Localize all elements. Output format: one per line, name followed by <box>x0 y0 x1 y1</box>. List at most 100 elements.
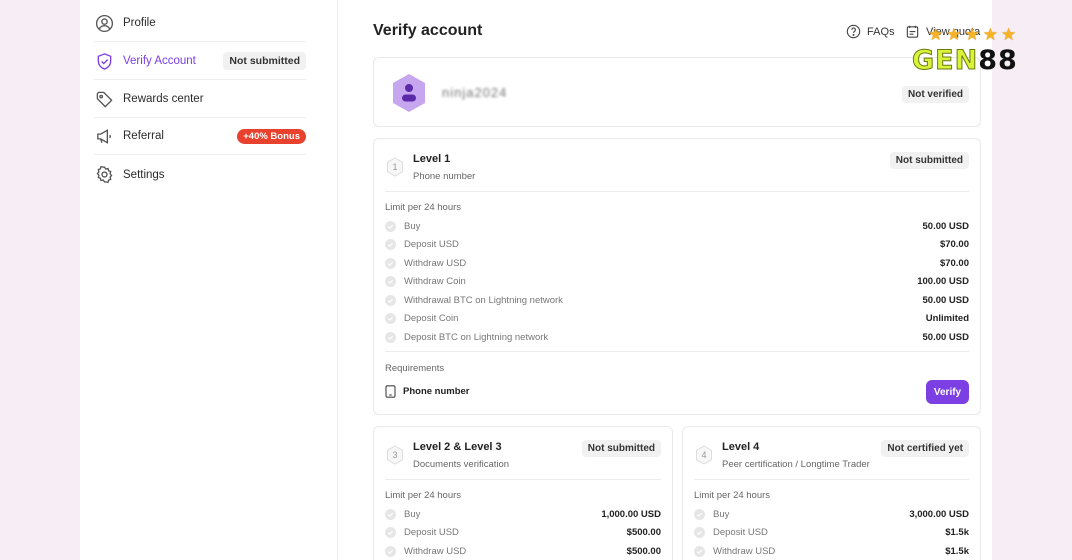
limit-row-value: Unlimited <box>925 312 969 324</box>
sidebar-item-label: Profile <box>123 17 156 29</box>
limit-row-value: $1.5k <box>945 526 969 538</box>
limit-row-label: Withdraw USD <box>404 257 467 269</box>
level-4-subtitle: Peer certification / Longtime Trader <box>722 459 870 470</box>
sidebar-item-label: Settings <box>123 168 165 181</box>
brand-wordmark: GEN88 <box>911 45 1018 77</box>
verify-button[interactable]: Verify <box>926 380 969 404</box>
limit-row: Buy 1,000.00 USD <box>385 507 661 521</box>
limit-row-value: $70.00 <box>939 257 969 269</box>
faqs-label: FAQs <box>867 25 895 38</box>
limit-row-label: Withdraw USD <box>713 545 776 557</box>
check-icon <box>385 257 396 269</box>
limit-row: Deposit USD $500.00 <box>385 525 661 539</box>
limit-row: Buy 3,000.00 USD <box>694 507 969 521</box>
limit-row: Withdraw Coin 100.00 USD <box>385 274 969 288</box>
gear-icon <box>94 165 114 185</box>
app-shell: Profile Verify Account Not submitted Rew… <box>80 0 992 560</box>
star-icon: ★ <box>1001 25 1017 44</box>
shield-check-icon <box>94 51 114 71</box>
level-4-status-badge: Not certified yet <box>881 440 969 457</box>
limit-row-value: 50.00 USD <box>922 294 969 306</box>
limit-row-value: $70.00 <box>939 238 969 250</box>
limit-row-label: Buy <box>404 220 421 232</box>
star-icon: ★ <box>982 25 998 44</box>
check-icon <box>385 331 396 343</box>
limit-row-value: 1,000.00 USD <box>601 508 661 520</box>
limit-row-label: Withdraw USD <box>404 545 467 557</box>
limit-row: Deposit Coin Unlimited <box>385 311 969 325</box>
limit-row-value: 50.00 USD <box>922 220 969 232</box>
check-icon <box>385 275 396 287</box>
requirements-label: Requirements <box>385 363 445 374</box>
sidebar-item-rewards-center[interactable]: Rewards center <box>94 81 306 118</box>
main-content: Verify account FAQs View quota ninja2024… <box>373 0 981 560</box>
check-icon <box>385 526 396 538</box>
divider <box>385 479 661 480</box>
limit-row: Withdraw USD $500.00 <box>385 544 661 558</box>
faqs-link[interactable]: FAQs <box>846 24 895 39</box>
limit-row-label: Deposit USD <box>713 526 768 538</box>
status-badge: Not submitted <box>223 52 306 70</box>
limit-row: Withdraw USD $70.00 <box>385 256 969 270</box>
sidebar-item-label: Verify Account <box>123 55 196 67</box>
check-icon <box>385 508 396 520</box>
check-icon <box>694 508 705 520</box>
tag-icon <box>94 89 114 109</box>
limit-row-label: Deposit USD <box>404 526 459 538</box>
limit-row-label: Withdrawal BTC on Lightning network <box>404 294 563 306</box>
star-icon: ★ <box>964 25 980 44</box>
level-2-3-card: 3 Level 2 & Level 3 Documents verificati… <box>373 426 673 560</box>
limit-row: Buy 50.00 USD <box>385 219 969 233</box>
limit-row: Withdrawal BTC on Lightning network 50.0… <box>385 293 969 307</box>
level-1-title: Level 1 <box>413 153 451 165</box>
limit-row-label: Withdraw Coin <box>404 275 466 287</box>
limit-row-value: 100.00 USD <box>917 275 969 287</box>
star-icon: ★ <box>928 25 944 44</box>
sidebar-item-settings[interactable]: Settings <box>94 156 306 193</box>
limit-row: Deposit USD $70.00 <box>385 237 969 251</box>
limit-row-value: $500.00 <box>626 545 661 557</box>
limit-row-value: 3,000.00 USD <box>909 508 969 520</box>
level-2-3-status-badge: Not submitted <box>581 440 661 457</box>
level-4-title: Level 4 <box>722 441 760 453</box>
brand-logo: ★ ★ ★ ★ ★ GEN88 <box>911 26 1052 84</box>
limit-row-value: $500.00 <box>626 526 661 538</box>
check-icon <box>385 312 396 324</box>
check-icon <box>694 526 705 538</box>
limit-row-label: Deposit BTC on Lightning network <box>404 331 549 343</box>
account-card: ninja2024 Not verified <box>373 57 981 127</box>
page-title: Verify account <box>373 22 483 39</box>
limit-row: Deposit BTC on Lightning network 50.00 U… <box>385 330 969 344</box>
divider <box>694 479 969 480</box>
level-1-subtitle: Phone number <box>413 171 476 182</box>
megaphone-icon <box>94 126 114 146</box>
sidebar-item-label: Referral <box>123 130 164 142</box>
check-icon <box>385 220 396 232</box>
limit-row-value: $1.5k <box>945 545 969 557</box>
sidebar-item-referral[interactable]: Referral +40% Bonus <box>94 118 306 155</box>
limit-label: Limit per 24 hours <box>385 202 462 213</box>
limit-row-label: Deposit Coin <box>404 312 459 324</box>
verification-status-badge: Not verified <box>901 86 969 103</box>
divider <box>385 191 969 192</box>
level-1-status-badge: Not submitted <box>889 152 969 169</box>
sidebar-item-profile[interactable]: Profile <box>94 5 306 42</box>
phone-icon <box>385 385 396 398</box>
requirement-phone-number: Phone number <box>385 385 470 398</box>
limit-label: Limit per 24 hours <box>385 490 462 501</box>
rating-stars: ★ ★ ★ ★ ★ <box>912 26 1052 43</box>
limit-label: Limit per 24 hours <box>694 490 771 501</box>
star-icon: ★ <box>946 25 962 44</box>
sidebar: Profile Verify Account Not submitted Rew… <box>80 0 338 560</box>
sidebar-item-verify-account[interactable]: Verify Account Not submitted <box>94 43 306 80</box>
bonus-badge: +40% Bonus <box>237 128 306 144</box>
limit-row-value: 50.00 USD <box>922 331 969 343</box>
check-icon <box>385 545 396 557</box>
check-icon <box>385 238 396 250</box>
limit-row-label: Buy <box>713 508 730 520</box>
avatar <box>393 74 425 112</box>
level-2-3-title: Level 2 & Level 3 <box>413 441 502 453</box>
question-circle-icon <box>846 24 861 39</box>
level-2-3-subtitle: Documents verification <box>413 459 510 470</box>
check-icon <box>385 294 396 306</box>
